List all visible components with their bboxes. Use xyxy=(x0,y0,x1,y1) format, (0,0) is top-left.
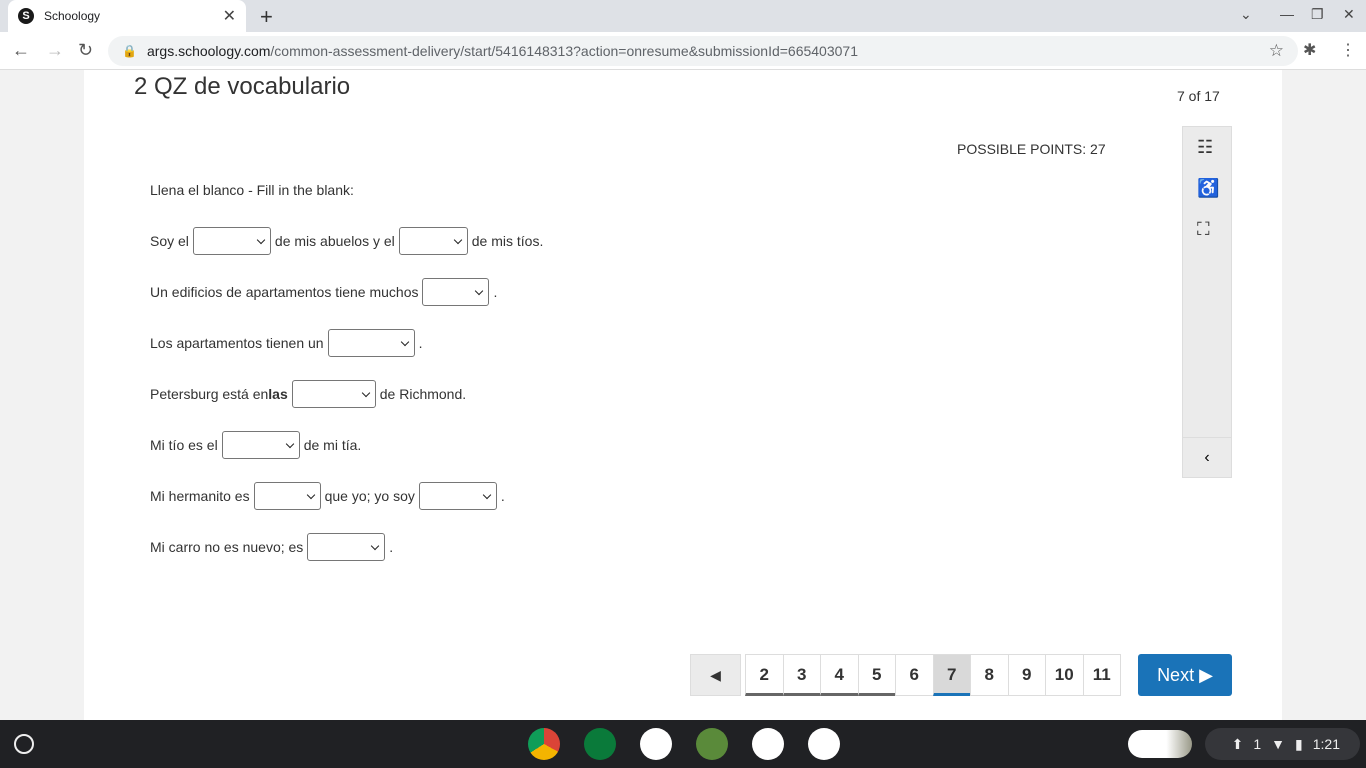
sentence-text: Mi hermanito es xyxy=(150,488,250,504)
app-icon[interactable] xyxy=(584,728,616,760)
question-sentence: Mi hermanito es que yo; yo soy. xyxy=(150,482,505,510)
menu-icon[interactable]: ⋮ xyxy=(1340,40,1356,60)
question-count: 7 of 17 xyxy=(1177,88,1220,104)
question-sentence: Los apartamentos tienen un. xyxy=(150,329,422,357)
battery-icon: ▮ xyxy=(1295,735,1303,752)
answer-dropdown[interactable] xyxy=(253,482,321,510)
answer-dropdown[interactable] xyxy=(291,380,376,408)
bold-text: las xyxy=(268,386,288,402)
page-6-button[interactable]: 6 xyxy=(895,654,934,696)
browser-toolbar: ← → ↻ 🔒 args.schoology.com/common-assessm… xyxy=(0,32,1366,70)
page-9-button[interactable]: 9 xyxy=(1007,654,1046,696)
sentence-text: Los apartamentos tienen un xyxy=(150,335,324,351)
tab-search-icon[interactable]: ⌄ xyxy=(1240,6,1252,23)
question-pager: 2 3 4 5 6 7 8 9 10 11 xyxy=(745,654,1121,696)
launcher-icon[interactable] xyxy=(14,734,34,754)
collapse-sidebar-icon[interactable]: ‹ xyxy=(1183,437,1231,477)
fullscreen-icon[interactable]: ⛶ xyxy=(1197,219,1210,240)
answer-dropdown[interactable] xyxy=(418,482,497,510)
answer-dropdown[interactable] xyxy=(221,431,300,459)
sentence-text: de mi tía. xyxy=(303,437,362,453)
lock-icon: 🔒 xyxy=(122,44,137,58)
url-path: /common-assessment-delivery/start/541614… xyxy=(270,43,858,59)
system-tray[interactable]: ⬆ 1 ▼ ▮ 1:21 xyxy=(1205,728,1360,760)
reload-icon[interactable]: ↻ xyxy=(78,40,93,61)
sentence-text: Mi carro no es nuevo; es xyxy=(150,539,304,555)
previous-button[interactable]: ◀ xyxy=(690,654,741,696)
sentence-text: Petersburg está en xyxy=(150,386,269,402)
address-bar[interactable]: 🔒 args.schoology.com/common-assessment-de… xyxy=(108,36,1298,66)
schoology-favicon-icon: S xyxy=(18,8,34,24)
maximize-button[interactable]: ❐ xyxy=(1311,6,1324,23)
tab-title: Schoology xyxy=(44,9,101,23)
question-list-icon[interactable]: ☷ xyxy=(1197,137,1213,158)
question-sentence: Soy el de mis abuelos y el de mis tíos. xyxy=(150,227,543,255)
answer-dropdown[interactable] xyxy=(192,227,271,255)
assessment-page: 2 QZ de vocabulario 7 of 17 POSSIBLE POI… xyxy=(84,70,1282,720)
evernote-app-icon[interactable] xyxy=(696,728,728,760)
browser-tab[interactable]: S Schoology ✕ xyxy=(8,0,246,32)
page-7-button[interactable]: 7 xyxy=(932,654,971,696)
answer-dropdown[interactable] xyxy=(327,329,415,357)
page-10-button[interactable]: 10 xyxy=(1045,654,1084,696)
sentence-text: . xyxy=(493,284,498,300)
answer-dropdown[interactable] xyxy=(307,533,386,561)
question-sentence: Un edificios de apartamentos tiene mucho… xyxy=(150,278,497,306)
sentence-text: Soy el xyxy=(150,233,189,249)
taskbar: ⬆ 1 ▼ ▮ 1:21 xyxy=(0,720,1366,768)
clock: 1:21 xyxy=(1312,736,1340,752)
instructions: Llena el blanco - Fill in the blank: xyxy=(150,182,354,198)
page-4-button[interactable]: 4 xyxy=(820,654,859,696)
app-icon[interactable] xyxy=(640,728,672,760)
page-2-button[interactable]: 2 xyxy=(745,654,784,696)
close-window-button[interactable]: ✕ xyxy=(1343,6,1355,23)
sentence-text: de Richmond. xyxy=(379,386,467,402)
sentence-text: . xyxy=(389,539,394,555)
update-icon: ⬆ xyxy=(1231,735,1244,752)
app-icon[interactable] xyxy=(808,728,840,760)
holding-space-thumbnails[interactable] xyxy=(1128,730,1192,758)
bookmark-star-icon[interactable]: ☆ xyxy=(1269,41,1284,61)
next-button[interactable]: Next ▶ xyxy=(1138,654,1232,696)
new-tab-button[interactable]: + xyxy=(260,4,273,30)
accessibility-icon[interactable]: ♿ xyxy=(1197,178,1219,199)
back-icon[interactable]: ← xyxy=(12,40,30,61)
page-8-button[interactable]: 8 xyxy=(970,654,1009,696)
pearson-app-icon[interactable] xyxy=(752,728,784,760)
question-sentence: Mi carro no es nuevo; es. xyxy=(150,533,393,561)
url-host: args.schoology.com xyxy=(146,43,271,59)
forward-icon[interactable]: → xyxy=(46,40,64,61)
wifi-icon: ▼ xyxy=(1271,736,1286,752)
tab-strip: S Schoology ✕ + ⌄ — ❐ ✕ xyxy=(0,0,1366,32)
chrome-app-icon[interactable] xyxy=(528,728,560,760)
possible-points: POSSIBLE POINTS: 27 xyxy=(957,141,1106,157)
page-3-button[interactable]: 3 xyxy=(782,654,821,696)
page-11-button[interactable]: 11 xyxy=(1082,654,1121,696)
answer-dropdown[interactable] xyxy=(398,227,468,255)
sentence-text: que yo; yo soy xyxy=(324,488,415,504)
next-label: Next xyxy=(1157,665,1195,685)
sentence-text: de mis abuelos y el xyxy=(274,233,395,249)
sentence-text: de mis tíos. xyxy=(471,233,544,249)
sentence-text: Mi tío es el xyxy=(150,437,218,453)
sentence-text: . xyxy=(418,335,423,351)
extensions-icon[interactable]: ✱ xyxy=(1303,40,1316,60)
sentence-text: Un edificios de apartamentos tiene mucho… xyxy=(150,284,419,300)
answer-dropdown[interactable] xyxy=(422,278,490,306)
tools-sidebar: ☷ ♿ ⛶ ‹ xyxy=(1182,126,1232,478)
question-sentence: Mi tío es el de mi tía. xyxy=(150,431,361,459)
close-tab-icon[interactable]: ✕ xyxy=(223,6,236,26)
page-5-button[interactable]: 5 xyxy=(857,654,896,696)
question-sentence: Petersburg está en las de Richmond. xyxy=(150,380,466,408)
sentence-text: . xyxy=(500,488,505,504)
minimize-button[interactable]: — xyxy=(1280,6,1294,22)
page-title: 2 QZ de vocabulario xyxy=(134,73,351,100)
notification-count: 1 xyxy=(1253,736,1262,752)
